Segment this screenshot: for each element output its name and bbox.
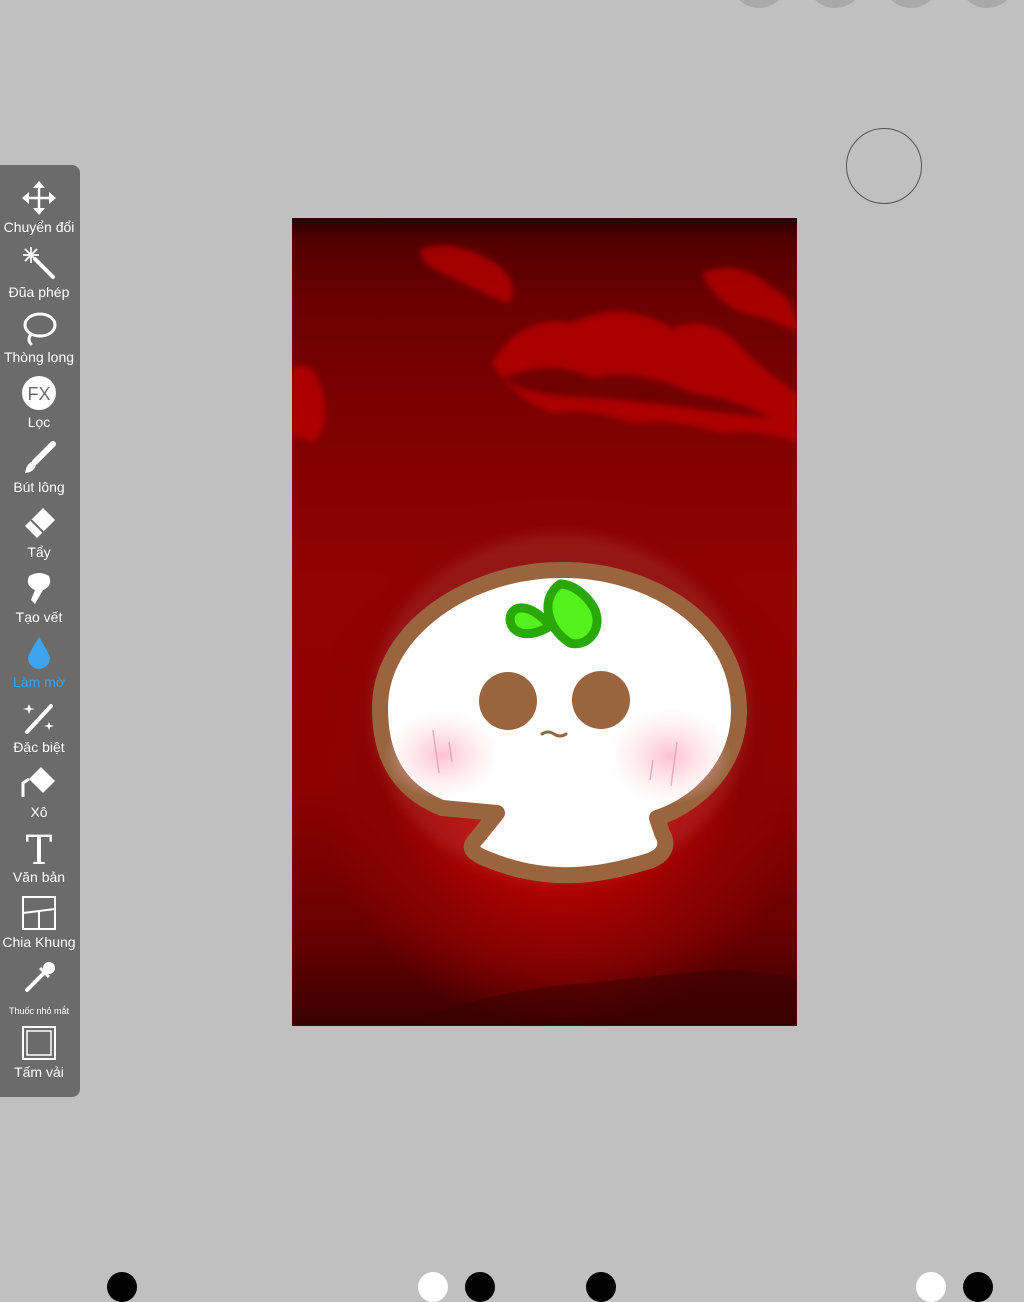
- right-eye: [572, 671, 630, 729]
- tool-canvas[interactable]: Tấm vải: [0, 1024, 78, 1088]
- top-button-2[interactable]: [806, 0, 864, 8]
- tool-eraser[interactable]: Tẩy: [0, 504, 78, 568]
- bottom-button-1[interactable]: [107, 1272, 137, 1302]
- lasso-icon: [20, 309, 58, 347]
- blur-drop-icon: [20, 634, 58, 672]
- brush-icon: [20, 439, 58, 477]
- bottom-button-4[interactable]: [586, 1272, 616, 1302]
- tool-magic-wand[interactable]: Đũa phép: [0, 244, 78, 308]
- tool-lasso[interactable]: Thòng lọng: [0, 309, 78, 373]
- smudge-icon: [20, 569, 58, 607]
- tool-sidebar: Chuyển đổi Đũa phép Thòng lọng FX Lọc Bú…: [0, 165, 80, 1097]
- move-icon: [20, 179, 58, 217]
- tool-special[interactable]: Đặc biệt: [0, 699, 78, 763]
- brush-cursor-ring: [846, 128, 922, 204]
- left-eye: [479, 672, 537, 730]
- tool-brush[interactable]: Bút lông: [0, 439, 78, 503]
- tool-filter[interactable]: FX Lọc: [0, 374, 78, 438]
- cloud-layer: [292, 245, 797, 443]
- svg-text:T: T: [26, 828, 53, 868]
- canvas-icon: [20, 1024, 58, 1062]
- bottom-button-2[interactable]: [418, 1272, 448, 1302]
- hill-silhouette: [402, 970, 797, 1026]
- artwork: [292, 218, 797, 1026]
- eyedropper-icon: [20, 959, 58, 997]
- tool-frame-divider[interactable]: Chia Khung: [0, 894, 78, 958]
- tool-eyedropper[interactable]: Thuốc nhỏ mắt: [0, 959, 78, 1023]
- special-brush-icon: [20, 699, 58, 737]
- bottom-button-3[interactable]: [465, 1272, 495, 1302]
- tool-bucket[interactable]: Xô: [0, 764, 78, 828]
- bottom-button-5[interactable]: [916, 1272, 946, 1302]
- tool-blur[interactable]: Làm mờ: [0, 634, 78, 698]
- tool-text[interactable]: T Văn bản: [0, 828, 78, 893]
- text-icon: T: [20, 828, 58, 868]
- svg-text:FX: FX: [27, 384, 50, 404]
- magic-wand-icon: [20, 244, 58, 282]
- bucket-icon: [20, 764, 58, 802]
- fx-icon: FX: [20, 374, 58, 412]
- frame-divider-icon: [20, 894, 58, 932]
- tool-transform[interactable]: Chuyển đổi: [0, 179, 78, 243]
- top-button-1[interactable]: [730, 0, 788, 8]
- drawing-canvas[interactable]: [292, 218, 797, 1026]
- top-button-4[interactable]: [958, 0, 1016, 8]
- eraser-icon: [20, 504, 58, 542]
- bottom-button-6[interactable]: [963, 1272, 993, 1302]
- top-button-3[interactable]: [882, 0, 940, 8]
- tool-smudge[interactable]: Tạo vết: [0, 569, 78, 633]
